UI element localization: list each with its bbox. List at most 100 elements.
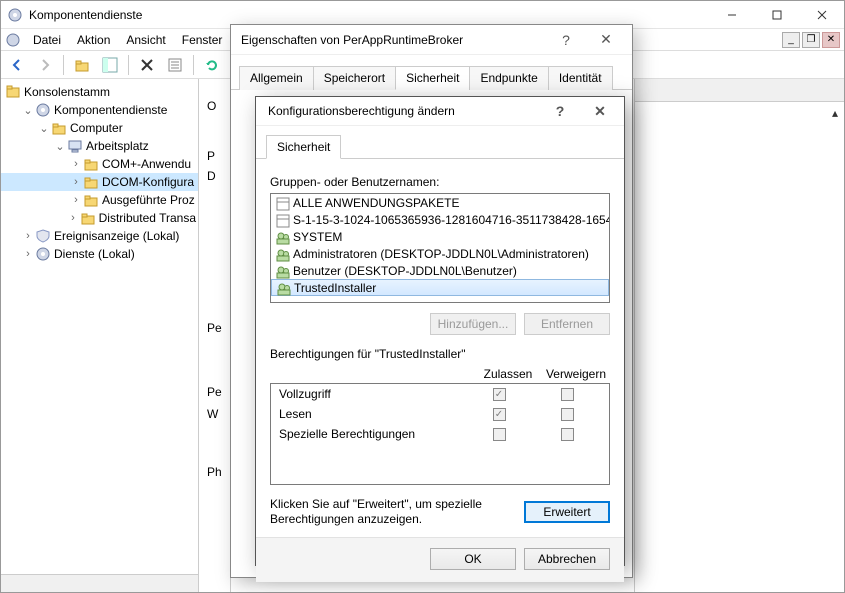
tree-item[interactable]: ⌄Computer — [1, 119, 198, 137]
folder-icon — [51, 120, 67, 136]
principal-label: S-1-15-3-1024-1065365936-1281604716-3511… — [293, 213, 610, 227]
allow-checkbox[interactable] — [493, 388, 506, 401]
chevron-right-icon[interactable]: › — [21, 248, 35, 260]
allow-checkbox[interactable] — [493, 428, 506, 441]
tree-item[interactable]: › Dienste (Lokal) — [1, 245, 198, 263]
chevron-right-icon[interactable]: › — [66, 212, 79, 224]
chevron-down-icon[interactable]: ⌄ — [53, 140, 67, 153]
forward-button[interactable] — [33, 53, 57, 77]
shield-icon — [35, 228, 51, 244]
delete-button[interactable] — [135, 53, 159, 77]
tree-item[interactable]: ›DCOM-Konfigura — [1, 173, 198, 191]
folder-icon — [83, 156, 99, 172]
permission-label: Vollzugriff — [279, 387, 465, 401]
tree-item[interactable]: ›COM+-Anwendu — [1, 155, 198, 173]
package-icon — [275, 196, 289, 210]
menu-file[interactable]: Datei — [25, 31, 69, 49]
collapse-icon[interactable]: ▴ — [832, 106, 838, 588]
group-icon — [275, 264, 289, 278]
actions-pane: ▴ — [634, 79, 844, 592]
permissions-help-button[interactable]: ? — [540, 97, 580, 125]
tab-allgemein[interactable]: Allgemein — [239, 66, 314, 90]
truncated-label: O — [207, 99, 216, 113]
chevron-down-icon[interactable]: ⌄ — [37, 122, 51, 135]
tree-pane[interactable]: Konsolenstamm⌄Komponentendienste⌄Compute… — [1, 79, 199, 592]
permissions-for-label: Berechtigungen für "TrustedInstaller" — [270, 347, 610, 361]
package-icon — [275, 213, 289, 227]
truncated-label: W — [207, 407, 218, 421]
tree-item[interactable]: ⌄Komponentendienste — [1, 101, 198, 119]
cancel-button[interactable]: Abbrechen — [524, 548, 610, 570]
tree-label: Dienste (Lokal) — [54, 247, 135, 261]
principals-label: Gruppen- oder Benutzernamen: — [270, 175, 610, 189]
gear-icon — [35, 102, 51, 118]
truncated-label: Pe — [207, 385, 222, 399]
advanced-button[interactable]: Erweitert — [524, 501, 610, 523]
tab-endpunkte[interactable]: Endpunkte — [469, 66, 548, 90]
deny-checkbox[interactable] — [561, 428, 574, 441]
console-icon — [5, 84, 21, 100]
tab-identität[interactable]: Identität — [548, 66, 613, 90]
menu-icon — [5, 32, 21, 48]
chevron-right-icon[interactable]: › — [69, 158, 83, 170]
permissions-close-button[interactable]: ✕ — [580, 97, 620, 125]
tab-sicherheit[interactable]: Sicherheit — [395, 66, 470, 90]
truncated-label: D — [207, 169, 216, 183]
menu-action[interactable]: Aktion — [69, 31, 118, 49]
permissions-tabs: Sicherheit — [256, 126, 624, 159]
principal-row[interactable]: S-1-15-3-1024-1065365936-1281604716-3511… — [271, 211, 609, 228]
principal-label: Administratoren (DESKTOP-JDDLN0L\Adminis… — [293, 247, 589, 261]
permissions-titlebar: Konfigurationsberechtigung ändern ? ✕ — [256, 97, 624, 126]
principal-row[interactable]: SYSTEM — [271, 228, 609, 245]
group-icon — [276, 281, 290, 295]
menu-window[interactable]: Fenster — [174, 31, 231, 49]
deny-checkbox[interactable] — [561, 408, 574, 421]
mdi-minimize-button[interactable]: _ — [782, 32, 800, 48]
chevron-right-icon[interactable]: › — [21, 230, 35, 242]
tree-item[interactable]: ›Distributed Transa — [1, 209, 198, 227]
close-button[interactable] — [799, 1, 844, 29]
mdi-close-button[interactable]: ✕ — [822, 32, 840, 48]
principal-label: SYSTEM — [293, 230, 342, 244]
folder-icon — [80, 210, 96, 226]
mdi-restore-button[interactable]: ❐ — [802, 32, 820, 48]
up-button[interactable] — [70, 53, 94, 77]
chevron-right-icon[interactable]: › — [69, 176, 83, 188]
principal-row[interactable]: Benutzer (DESKTOP-JDDLN0L\Benutzer) — [271, 262, 609, 279]
properties-button[interactable] — [163, 53, 187, 77]
tree-item[interactable]: ⌄ Arbeitsplatz — [1, 137, 198, 155]
window-title: Komponentendienste — [29, 8, 709, 22]
tree-label: Arbeitsplatz — [86, 139, 149, 153]
advanced-hint: Klicken Sie auf "Erweitert", um speziell… — [270, 497, 514, 527]
principal-row[interactable]: TrustedInstaller — [271, 279, 609, 296]
principal-label: TrustedInstaller — [294, 281, 376, 295]
properties-help-button[interactable]: ? — [546, 26, 586, 54]
back-button[interactable] — [5, 53, 29, 77]
add-button: Hinzufügen... — [430, 313, 516, 335]
show-tree-button[interactable] — [98, 53, 122, 77]
pc-icon — [67, 138, 83, 154]
allow-checkbox[interactable] — [493, 408, 506, 421]
deny-checkbox[interactable] — [561, 388, 574, 401]
principal-row[interactable]: Administratoren (DESKTOP-JDDLN0L\Adminis… — [271, 245, 609, 262]
tree-item[interactable]: › Ausgeführte Proz — [1, 191, 198, 209]
tree-root[interactable]: Konsolenstamm — [1, 83, 198, 101]
tab-security[interactable]: Sicherheit — [266, 135, 341, 159]
minimize-button[interactable] — [709, 1, 754, 29]
tree-item[interactable]: ›Ereignisanzeige (Lokal) — [1, 227, 198, 245]
group-icon — [275, 247, 289, 261]
maximize-button[interactable] — [754, 1, 799, 29]
menu-view[interactable]: Ansicht — [118, 31, 173, 49]
permissions-table: VollzugriffLesenSpezielle Berechtigungen — [270, 383, 610, 485]
tab-speicherort[interactable]: Speicherort — [313, 66, 396, 90]
ok-button[interactable]: OK — [430, 548, 516, 570]
refresh-button[interactable] — [200, 53, 224, 77]
properties-close-button[interactable]: ✕ — [586, 26, 626, 54]
chevron-right-icon[interactable]: › — [69, 194, 83, 206]
truncated-label: Pe — [207, 321, 222, 335]
chevron-down-icon[interactable]: ⌄ — [21, 104, 35, 117]
principal-row[interactable]: ALLE ANWENDUNGSPAKETE — [271, 194, 609, 211]
actions-header — [635, 79, 844, 102]
tree-label: Ausgeführte Proz — [102, 193, 195, 207]
principals-list[interactable]: ALLE ANWENDUNGSPAKETE S-1-15-3-1024-10653… — [270, 193, 610, 303]
